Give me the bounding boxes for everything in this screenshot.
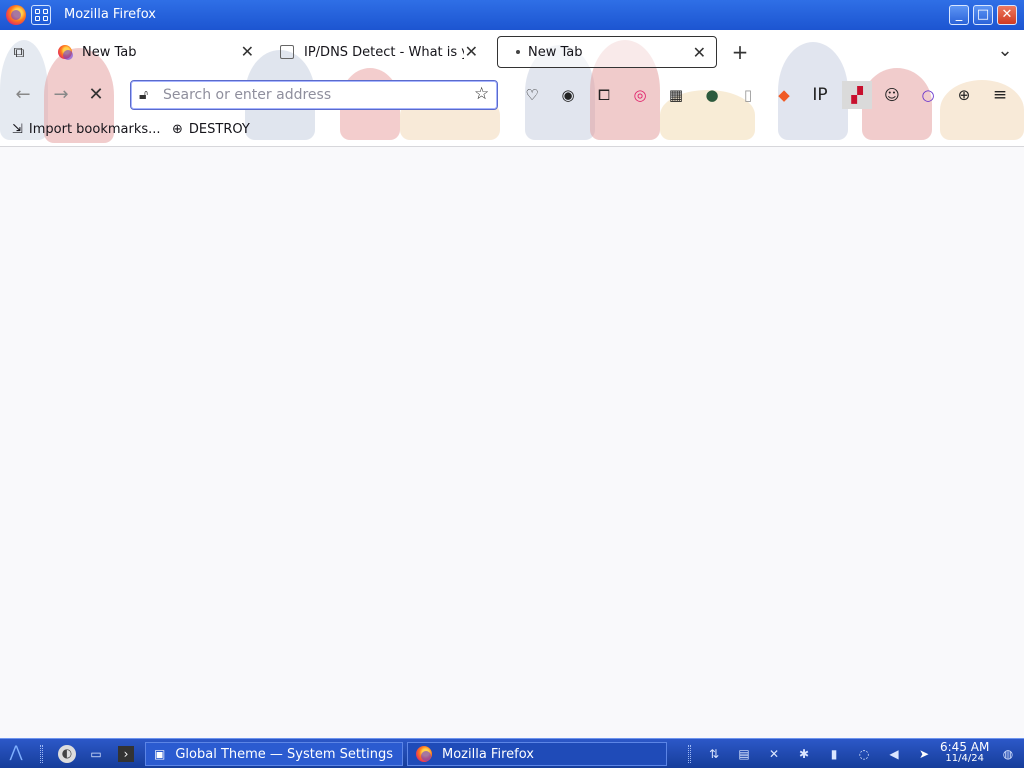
terminal-icon[interactable]: › [118, 746, 134, 762]
task-label: Mozilla Firefox [442, 746, 534, 762]
globe-icon: ⊕ [172, 122, 183, 137]
clock[interactable]: 6:45 AM 11/4/24 [940, 741, 989, 765]
separator [40, 745, 43, 763]
file-manager-icon[interactable]: ▭ [88, 746, 104, 762]
close-tab-icon[interactable]: ✕ [465, 42, 478, 61]
window-title: Mozilla Firefox [64, 7, 156, 22]
close-window-button[interactable]: ✕ [997, 5, 1017, 25]
show-desktop-icon[interactable]: ◍ [1000, 746, 1016, 762]
task-system-settings[interactable]: ▣ Global Theme — System Settings [145, 742, 403, 766]
window-menu-icon[interactable] [31, 5, 51, 25]
bookmark-label: DESTROY [188, 122, 250, 137]
tab-ip-dns-detect[interactable]: IP/DNS Detect - What is yo ✕ [274, 36, 488, 68]
extensions-icon[interactable]: ⧠ [594, 85, 614, 105]
page-content [0, 146, 1024, 738]
firefox-favicon-icon [58, 45, 73, 60]
settings-icon: ▣ [154, 747, 166, 761]
clipboard-icon[interactable]: ▤ [736, 746, 752, 762]
updates-icon[interactable]: ◌ [856, 746, 872, 762]
minimize-button[interactable]: _ [949, 5, 969, 25]
cursor-icon: ➤ [918, 747, 930, 761]
import-icon: ⇲ [12, 122, 23, 137]
ip-search-icon[interactable]: ⊕ [954, 85, 974, 105]
taskbar: ⋀ ◐ ▭ › ▣ Global Theme — System Settings… [0, 738, 1024, 768]
close-tab-icon[interactable]: ✕ [693, 43, 706, 62]
list-all-tabs-button[interactable]: ⌄ [994, 40, 1016, 62]
tab-new-tab-1[interactable]: New Tab ✕ [52, 36, 264, 68]
url-bar[interactable]: 🔓︎ ☆ [130, 80, 498, 110]
volume-icon[interactable]: ◀ [886, 746, 902, 762]
bookmark-destroy[interactable]: ⊕ DESTROY [172, 122, 250, 137]
close-tab-icon[interactable]: ✕ [241, 42, 254, 61]
tab-new-tab-active[interactable]: New Tab ✕ [497, 36, 717, 68]
cup-icon[interactable]: ▯ [738, 85, 758, 105]
red-extension-icon[interactable]: ▞ [842, 81, 872, 109]
clock-date: 11/4/24 [945, 753, 984, 764]
tab-label: New Tab [82, 44, 137, 60]
maximize-button[interactable]: □ [973, 5, 993, 25]
purple-ring-icon[interactable]: ○ [918, 85, 938, 105]
app-launcher-icon[interactable]: ⋀ [8, 744, 24, 760]
stop-button[interactable]: ✕ [85, 84, 107, 106]
forward-button[interactable]: → [50, 84, 72, 106]
mute-icon[interactable]: ✕ [766, 746, 782, 762]
firefox-logo-icon [6, 5, 26, 25]
loading-dot-icon [516, 50, 520, 54]
brave-icon[interactable]: ◆ [774, 85, 794, 105]
tab-label: IP/DNS Detect - What is yo [304, 44, 464, 60]
task-firefox[interactable]: Mozilla Firefox [407, 742, 667, 766]
pocket-icon[interactable]: ♡ [522, 85, 542, 105]
app-menu-icon[interactable]: ≡ [990, 85, 1010, 105]
address-input[interactable] [163, 85, 463, 105]
session-icon[interactable]: ◐ [58, 745, 76, 763]
clock-time: 6:45 AM [940, 740, 990, 754]
bookmark-import[interactable]: ⇲ Import bookmarks... [12, 122, 161, 137]
separator [688, 745, 691, 763]
task-label: Global Theme — System Settings [175, 746, 393, 762]
account-icon[interactable]: ◉ [558, 85, 578, 105]
firefox-icon [416, 746, 432, 762]
apps-icon[interactable]: ▦ [666, 85, 686, 105]
robot-icon[interactable]: ☺ [882, 85, 902, 105]
rss-icon[interactable]: ◎ [630, 85, 650, 105]
dark-circle-icon[interactable]: ● [702, 85, 722, 105]
back-button[interactable]: ← [12, 84, 34, 106]
firefox-view-icon[interactable]: ⧉ [8, 41, 30, 63]
new-tab-button[interactable]: + [729, 41, 751, 63]
bookmark-star-icon[interactable]: ☆ [474, 84, 489, 104]
theme-image [940, 80, 1024, 140]
tab-label: New Tab [528, 44, 583, 60]
bookmark-label: Import bookmarks... [28, 122, 161, 137]
window-titlebar: Mozilla Firefox _ □ ✕ [0, 0, 1024, 30]
page-favicon-icon [280, 45, 294, 59]
lock-icon[interactable]: 🔓︎ [139, 87, 148, 103]
network-icon[interactable]: ⇅ [706, 746, 722, 762]
bluetooth-icon[interactable]: ✱ [796, 746, 812, 762]
battery-icon[interactable]: ▮ [826, 746, 842, 762]
ip-extension-button[interactable]: IP [810, 85, 830, 105]
